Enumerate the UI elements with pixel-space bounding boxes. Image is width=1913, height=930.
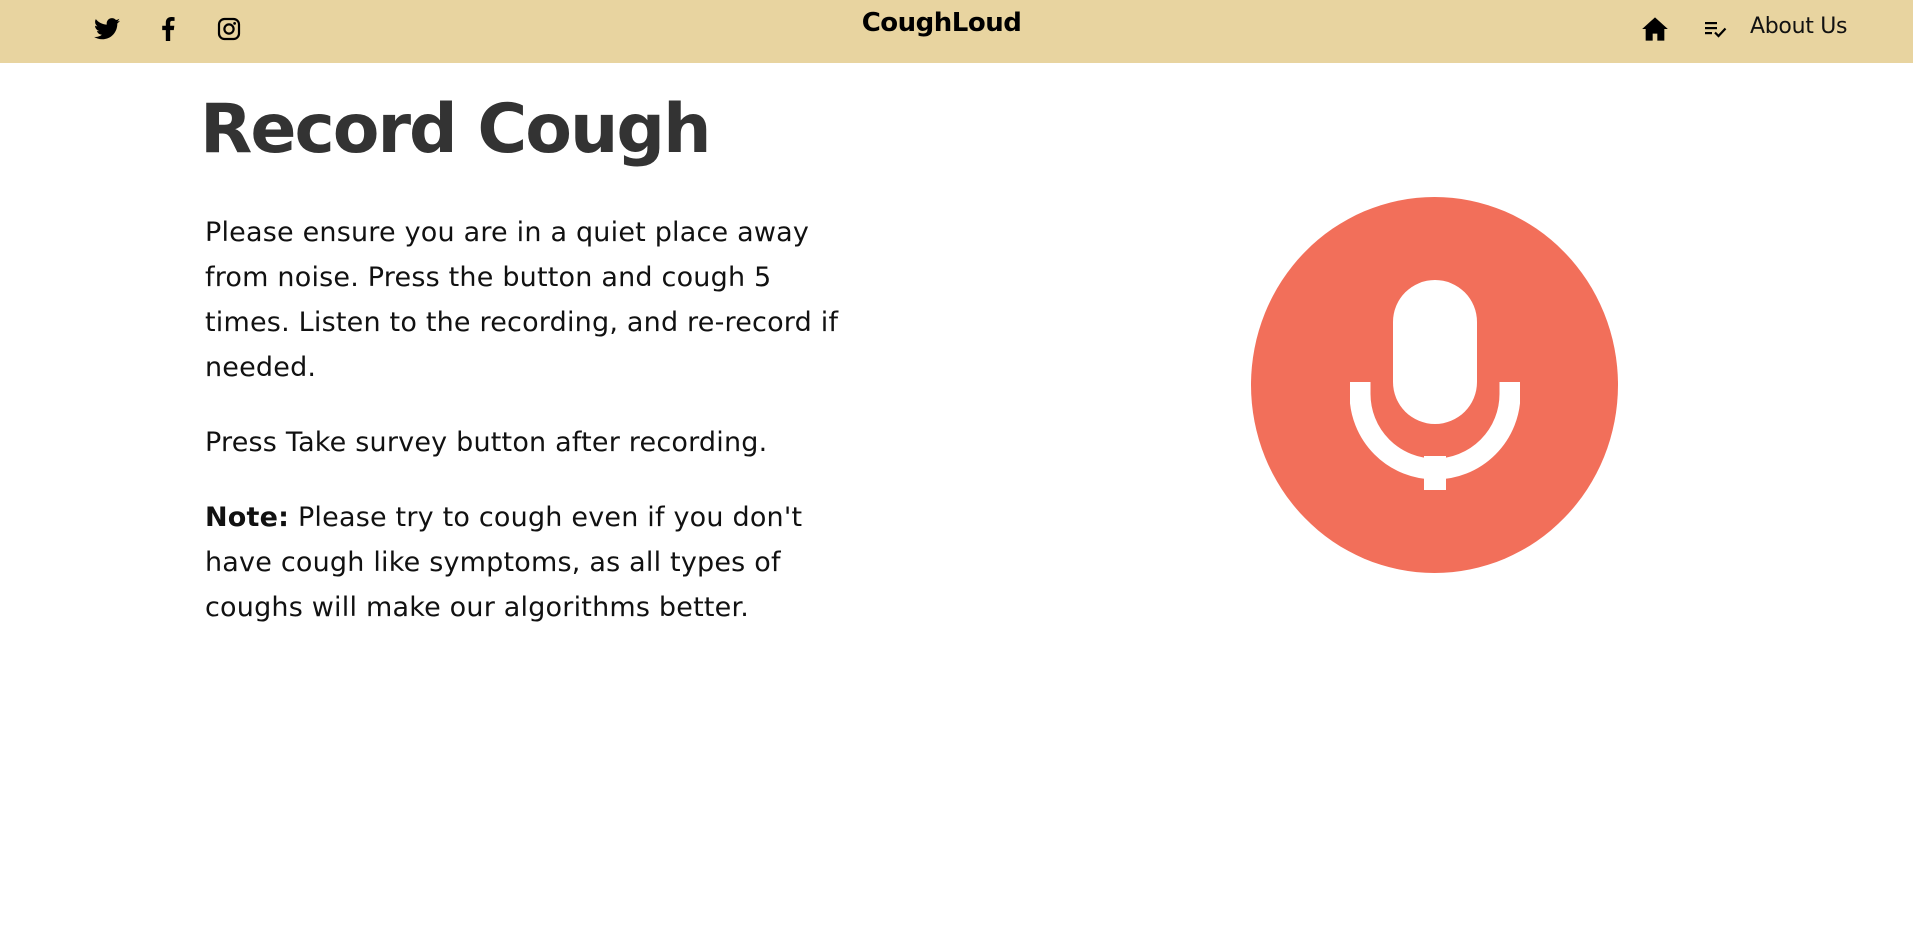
list-check-icon[interactable] [1703, 16, 1729, 42]
instructions-paragraph: Please ensure you are in a quiet place a… [205, 217, 839, 383]
brand-title[interactable]: CoughLoud [0, 8, 1883, 38]
note-paragraph: Note: Please try to cough even if you do… [205, 495, 845, 630]
note-text: Please try to cough even if you don't ha… [205, 502, 803, 623]
survey-instruction: Press Take survey button after recording… [205, 427, 768, 458]
home-icon[interactable] [1640, 14, 1670, 44]
top-navbar: CoughLoud About Us [0, 0, 1913, 63]
microphone-icon [1349, 280, 1520, 490]
nav-about-us[interactable]: About Us [1750, 14, 1848, 39]
instructions: Please ensure you are in a quiet place a… [205, 210, 845, 660]
record-button[interactable] [1251, 197, 1618, 573]
page-title: Record Cough [200, 90, 712, 169]
note-label: Note: [205, 502, 290, 533]
